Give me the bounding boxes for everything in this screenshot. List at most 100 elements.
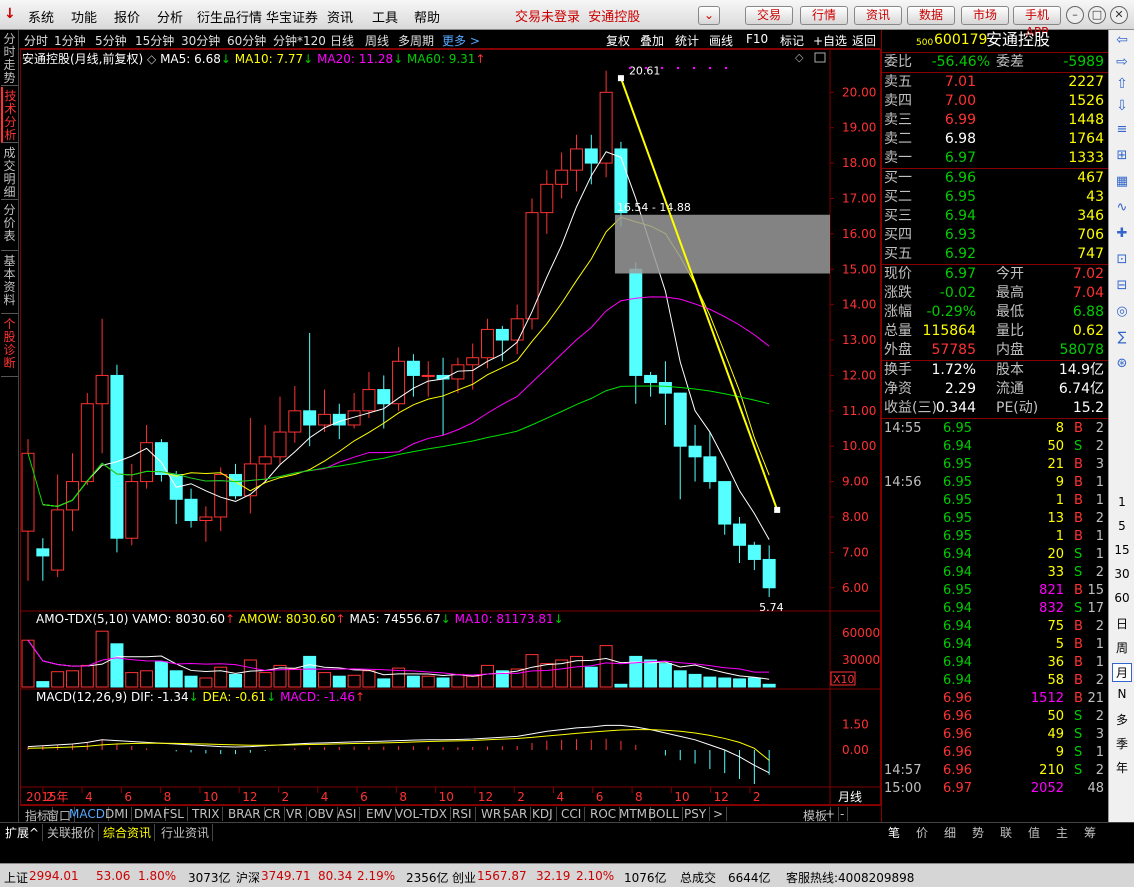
period-5min[interactable]: 5分钟 bbox=[95, 32, 127, 49]
menu-quote[interactable]: 报价 bbox=[114, 7, 140, 26]
menu-system[interactable]: 系统 bbox=[28, 7, 54, 26]
indicator-tab-9[interactable]: VR bbox=[283, 807, 307, 821]
period-60[interactable]: 60 bbox=[1112, 591, 1132, 605]
period-day[interactable]: 日 bbox=[1112, 615, 1132, 632]
overlay-button[interactable]: 叠加 bbox=[640, 32, 664, 49]
indicator-tab-3[interactable]: DMI bbox=[102, 807, 133, 821]
menu-function[interactable]: 功能 bbox=[71, 7, 97, 26]
menu-info[interactable]: 资讯 bbox=[327, 7, 353, 26]
tool-icon-2[interactable]: ▦ bbox=[1112, 174, 1132, 189]
quote-tab-3[interactable]: 势 bbox=[972, 824, 984, 841]
period-1[interactable]: 1 bbox=[1112, 495, 1132, 509]
quote-tab-6[interactable]: 主 bbox=[1056, 824, 1068, 841]
ask-row[interactable]: 卖三 6.99 1448 bbox=[882, 111, 1108, 130]
quote-tab-4[interactable]: 联 bbox=[1000, 824, 1012, 841]
indicator-tab-11[interactable]: ASI bbox=[334, 807, 361, 821]
quote-tab-1[interactable]: 价 bbox=[916, 824, 928, 841]
trade-status[interactable]: 交易未登录 安通控股 bbox=[515, 6, 640, 25]
tab-trade-detail[interactable]: 成交明细 bbox=[1, 144, 18, 200]
quote-tab-5[interactable]: 值 bbox=[1028, 824, 1040, 841]
mobile-app-button[interactable]: 手机APP bbox=[1013, 6, 1061, 39]
tool-icon-3[interactable]: ∿ bbox=[1112, 200, 1132, 215]
period-multi[interactable]: 多周期 bbox=[398, 32, 434, 49]
ask-row[interactable]: 卖二 6.98 1764 bbox=[882, 130, 1108, 149]
tab-fundamentals[interactable]: 基本资料 bbox=[1, 252, 18, 314]
add-watchlist-button[interactable]: +自选 bbox=[813, 32, 847, 49]
indicator-tab-14[interactable]: RSI bbox=[449, 807, 476, 821]
period-30[interactable]: 30 bbox=[1112, 567, 1132, 581]
menu-broker[interactable]: 华宝证券 bbox=[266, 7, 318, 26]
tab-price-table[interactable]: 分价表 bbox=[1, 201, 18, 251]
indicator-tab-22[interactable]: PSY bbox=[681, 807, 711, 821]
period-60min[interactable]: 60分钟 bbox=[227, 32, 266, 49]
tool-icon-5[interactable]: ⊡ bbox=[1112, 252, 1132, 267]
quote-tab-0[interactable]: 笔 bbox=[888, 824, 900, 841]
info-button[interactable]: 资讯 bbox=[854, 6, 902, 25]
period-intraday[interactable]: 分时 bbox=[24, 32, 48, 49]
kline-chart-svg[interactable]: 20.0019.0018.0017.0016.0015.0014.0013.00… bbox=[20, 49, 881, 805]
tool-refresh-icon[interactable]: ⇦ bbox=[1112, 32, 1132, 48]
adjust-button[interactable]: 复权 bbox=[606, 32, 630, 49]
cy-index-label[interactable]: 创业 bbox=[452, 869, 476, 886]
dropdown-button[interactable]: ⌄ bbox=[698, 6, 720, 25]
period-more-link[interactable]: 更多 > bbox=[442, 32, 480, 49]
quote-tab-7[interactable]: 筹 bbox=[1084, 824, 1096, 841]
ask-row[interactable]: 卖五 7.01 2227 bbox=[882, 73, 1108, 92]
data-button[interactable]: 数据 bbox=[907, 6, 955, 25]
indicator-tab-6[interactable]: TRIX bbox=[189, 807, 224, 821]
draw-line-button[interactable]: 画线 bbox=[709, 32, 733, 49]
period-15min[interactable]: 15分钟 bbox=[135, 32, 174, 49]
related-quote-tab[interactable]: 关联报价 bbox=[44, 824, 100, 841]
market-quote-button[interactable]: 行情 bbox=[800, 6, 848, 25]
bid-row[interactable]: 买一 6.96 467 bbox=[882, 169, 1108, 188]
bid-row[interactable]: 买四 6.93 706 bbox=[882, 226, 1108, 245]
period-daily[interactable]: 日线 bbox=[330, 32, 354, 49]
indicator-tab-10[interactable]: OBV bbox=[305, 807, 338, 821]
tab-intraday[interactable]: 分时走势 bbox=[1, 30, 18, 86]
close-icon[interactable]: ✕ bbox=[1110, 6, 1128, 24]
news-tab[interactable]: 综合资讯 bbox=[100, 824, 156, 841]
period-weekly[interactable]: 周线 bbox=[365, 32, 389, 49]
tool-icon-6[interactable]: ⊟ bbox=[1112, 278, 1132, 293]
period-30min[interactable]: 30分钟 bbox=[181, 32, 220, 49]
tool-forward-icon[interactable]: ⇨ bbox=[1112, 54, 1132, 70]
market-button[interactable]: 市场 bbox=[961, 6, 1009, 25]
minimize-icon[interactable]: – bbox=[1066, 6, 1084, 24]
tab-technical-analysis[interactable]: 技术分析 bbox=[1, 87, 18, 143]
menu-tools[interactable]: 工具 bbox=[372, 7, 398, 26]
ask-row[interactable]: 卖四 7.00 1526 bbox=[882, 92, 1108, 111]
quote-tab-2[interactable]: 细 bbox=[944, 824, 956, 841]
period-year[interactable]: 年 bbox=[1112, 759, 1132, 776]
industry-news-tab[interactable]: 行业资讯 bbox=[158, 824, 214, 841]
bid-row[interactable]: 买三 6.94 346 bbox=[882, 207, 1108, 226]
menu-analysis[interactable]: 分析 bbox=[157, 7, 183, 26]
indicator-tab-21[interactable]: BOLL bbox=[645, 807, 683, 821]
sh-index-label[interactable]: 上证 bbox=[4, 869, 28, 886]
menu-help[interactable]: 帮助 bbox=[414, 7, 440, 26]
back-button[interactable]: 返回 bbox=[852, 32, 876, 49]
menu-derivatives[interactable]: 衍生品行情 bbox=[197, 7, 262, 26]
indicator-tab-8[interactable]: CR bbox=[261, 807, 285, 821]
f10-button[interactable]: F10 bbox=[746, 32, 768, 46]
period-n[interactable]: N bbox=[1112, 687, 1132, 701]
period-120min[interactable]: 分钟*120 bbox=[273, 32, 326, 49]
tool-icon-8[interactable]: ∑ bbox=[1112, 330, 1132, 345]
period-week[interactable]: 周 bbox=[1112, 639, 1132, 656]
period-1min[interactable]: 1分钟 bbox=[54, 32, 86, 49]
indicator-tab-17[interactable]: KDJ bbox=[529, 807, 557, 821]
period-5[interactable]: 5 bbox=[1112, 519, 1132, 533]
tool-icon-7[interactable]: ◎ bbox=[1112, 304, 1132, 319]
bid-row[interactable]: 买二 6.95 43 bbox=[882, 188, 1108, 207]
expand-tab[interactable]: 扩展^ bbox=[2, 824, 44, 841]
indicator-tab-7[interactable]: BRAR bbox=[225, 807, 265, 821]
up-arrow-icon[interactable]: ⇧ bbox=[1112, 76, 1132, 92]
period-15[interactable]: 15 bbox=[1112, 543, 1132, 557]
trade-button[interactable]: 交易 bbox=[745, 6, 793, 25]
down-arrow-icon[interactable]: ⇩ bbox=[1112, 98, 1132, 114]
period-season[interactable]: 季 bbox=[1112, 735, 1132, 752]
ask-row[interactable]: 卖一 6.97 1333 bbox=[882, 149, 1108, 168]
indicator-tab-26[interactable]: - bbox=[837, 807, 849, 821]
tool-icon-0[interactable]: ≡ bbox=[1112, 122, 1132, 137]
tool-icon-4[interactable]: ✚ bbox=[1112, 226, 1132, 241]
period-multi[interactable]: 多 bbox=[1112, 711, 1132, 728]
